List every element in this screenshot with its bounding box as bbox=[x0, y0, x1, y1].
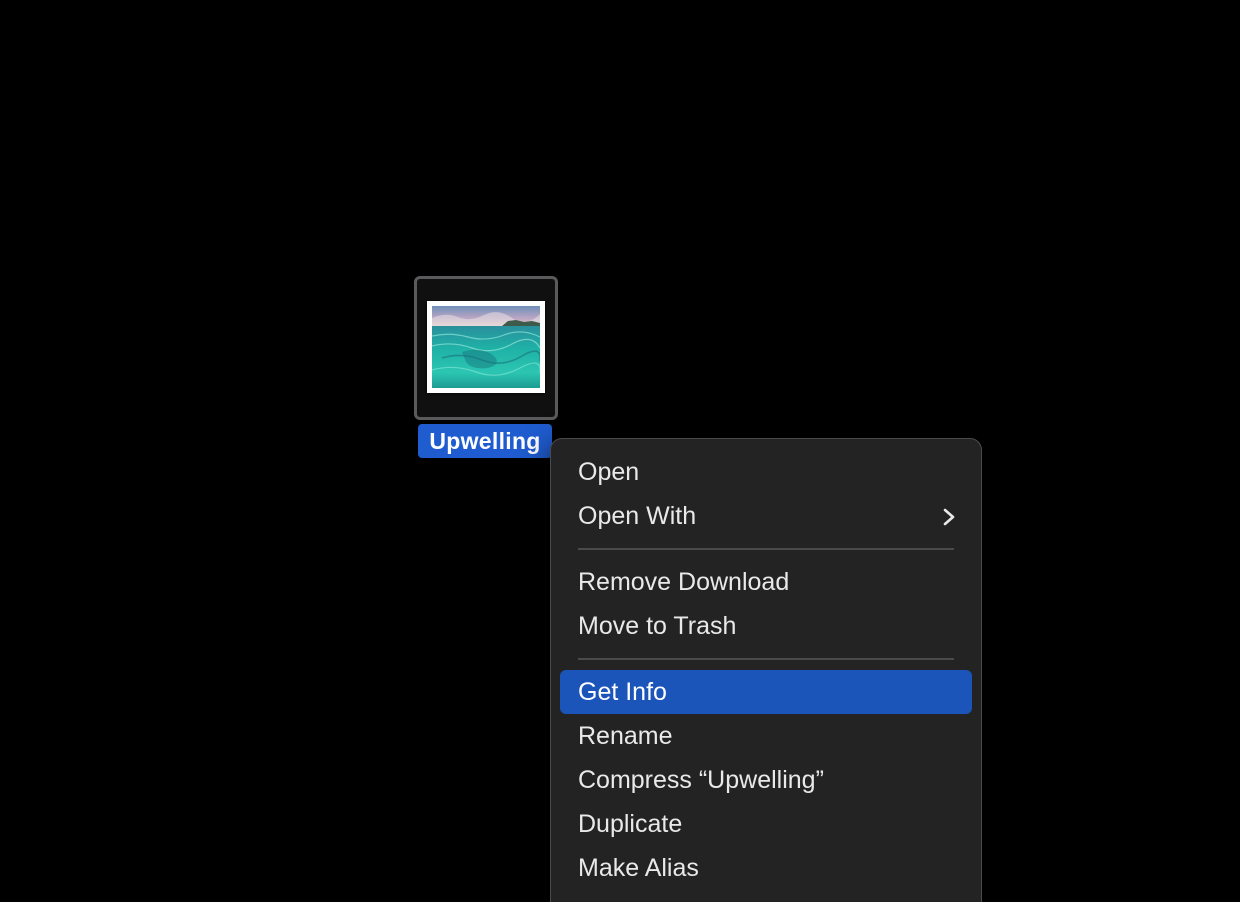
file-name-label[interactable]: Upwelling bbox=[418, 424, 552, 458]
menu-item-quick-look[interactable]: Quick Look bbox=[560, 890, 972, 902]
menu-item-open[interactable]: Open bbox=[560, 450, 972, 494]
menu-item-move-to-trash[interactable]: Move to Trash bbox=[560, 604, 972, 648]
menu-item-open-with[interactable]: Open With bbox=[560, 494, 972, 538]
menu-item-compress[interactable]: Compress “Upwelling” bbox=[560, 758, 972, 802]
ocean-thumbnail-image bbox=[432, 306, 540, 388]
desktop: Upwelling Open Open With Remove Download… bbox=[0, 0, 1240, 902]
context-menu: Open Open With Remove Download Move to T… bbox=[550, 438, 982, 902]
image-thumbnail-icon bbox=[427, 301, 545, 393]
menu-item-remove-download[interactable]: Remove Download bbox=[560, 560, 972, 604]
menu-item-label: Open With bbox=[578, 502, 697, 530]
menu-item-get-info[interactable]: Get Info bbox=[560, 670, 972, 714]
menu-item-duplicate[interactable]: Duplicate bbox=[560, 802, 972, 846]
menu-separator bbox=[578, 548, 954, 550]
menu-item-make-alias[interactable]: Make Alias bbox=[560, 846, 972, 890]
file-icon-upwelling[interactable] bbox=[414, 276, 558, 420]
chevron-right-icon bbox=[943, 508, 955, 526]
menu-item-rename[interactable]: Rename bbox=[560, 714, 972, 758]
menu-separator bbox=[578, 658, 954, 660]
